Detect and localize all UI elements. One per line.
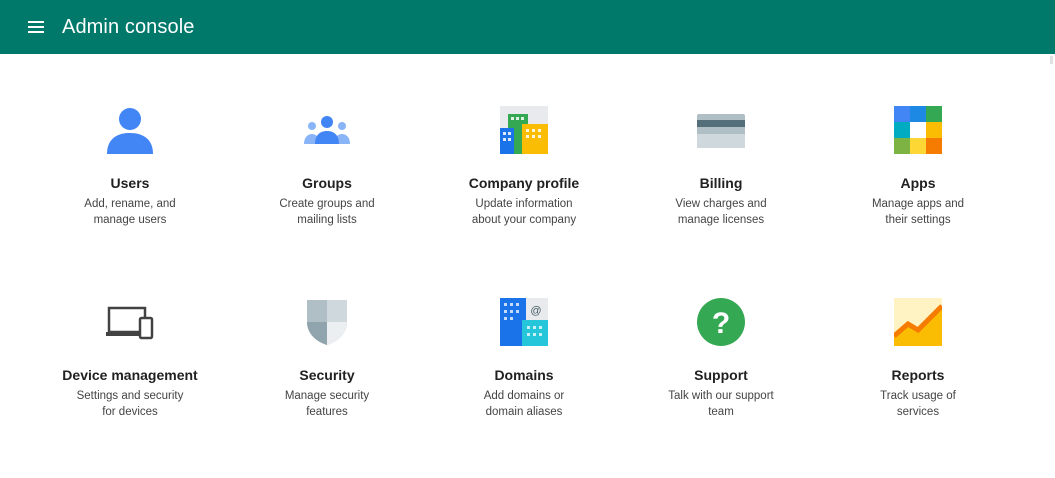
- tile-company-profile[interactable]: Company profile Update information about…: [424, 100, 624, 250]
- tile-description: Settings and security for devices: [76, 390, 184, 418]
- tile-label: Security: [299, 367, 355, 383]
- tile-description: Track usage of services: [880, 390, 956, 418]
- building-icon: [500, 106, 548, 154]
- help-icon: ?: [697, 298, 745, 346]
- groups-icon: [303, 106, 351, 154]
- tile-label: Support: [694, 367, 748, 383]
- tile-groups[interactable]: Groups Create groups and mailing lists: [227, 100, 427, 250]
- tile-description: Manage apps and their settings: [871, 198, 965, 226]
- shield-icon: [303, 298, 351, 346]
- credit-card-icon: [697, 106, 745, 154]
- tile-domains[interactable]: @ Domains Add domains or domain aliases: [424, 292, 624, 442]
- apps-grid-icon: [894, 106, 942, 154]
- tile-label: Device management: [62, 367, 198, 383]
- tile-description: View charges and manage licenses: [675, 198, 767, 226]
- tile-label: Company profile: [468, 175, 580, 191]
- tile-description: Add domains or domain aliases: [483, 390, 565, 418]
- domains-icon: @: [500, 298, 548, 346]
- tile-label: Reports: [891, 367, 945, 383]
- tile-label: Users: [110, 175, 150, 191]
- tile-description: Add, rename, and manage users: [84, 198, 176, 226]
- tile-label: Billing: [699, 175, 743, 191]
- tile-device-management[interactable]: Device management Settings and security …: [30, 292, 230, 442]
- svg-text:@: @: [530, 305, 541, 317]
- hamburger-menu-icon[interactable]: [25, 16, 47, 38]
- tile-description: Update information about your company: [471, 198, 577, 226]
- reports-chart-icon: [892, 298, 944, 346]
- tile-billing[interactable]: Billing View charges and manage licenses: [621, 100, 821, 250]
- tile-apps[interactable]: Apps Manage apps and their settings: [818, 100, 1018, 250]
- svg-text:?: ?: [712, 307, 730, 340]
- tile-users[interactable]: Users Add, rename, and manage users: [30, 100, 230, 250]
- tile-description: Create groups and mailing lists: [279, 198, 375, 226]
- tile-description: Manage security features: [284, 390, 370, 418]
- tile-support[interactable]: ? Support Talk with our support team: [621, 292, 821, 442]
- tile-label: Groups: [302, 175, 352, 191]
- devices-icon: [106, 298, 154, 346]
- app-title: Admin console: [62, 15, 195, 38]
- user-icon: [106, 106, 154, 154]
- tile-security[interactable]: Security Manage security features: [227, 292, 427, 442]
- tile-label: Apps: [900, 175, 936, 191]
- app-header: Admin console: [0, 0, 1055, 54]
- tile-description: Talk with our support team: [668, 390, 774, 418]
- tile-label: Domains: [494, 367, 554, 383]
- scrollbar[interactable]: [1050, 56, 1053, 64]
- tile-reports[interactable]: Reports Track usage of services: [818, 292, 1018, 442]
